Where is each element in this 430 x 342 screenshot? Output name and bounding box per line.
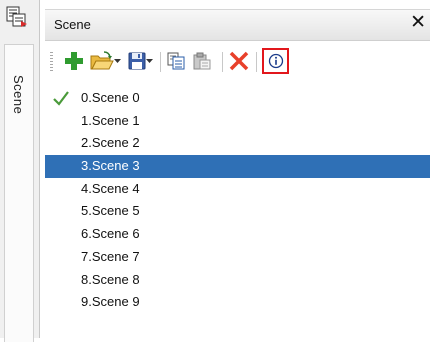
scene-list-item[interactable]: 8.Scene 8	[45, 269, 430, 292]
scene-label: 8.Scene 8	[81, 271, 140, 287]
delete-x-icon	[229, 51, 249, 71]
scene-label: 6.Scene 6	[81, 226, 140, 242]
scene-list-item[interactable]: 7.Scene 7	[45, 246, 430, 269]
chevron-down-icon	[113, 58, 121, 63]
plus-icon	[65, 52, 83, 70]
scene-label: 9.Scene 9	[81, 294, 140, 310]
scene-panel: Scene ✕ 0.Scene 0 1.Scene 1 2.Scene 2 3.…	[45, 0, 430, 338]
paste-button[interactable]	[191, 49, 213, 73]
scene-list-icon[interactable]	[6, 6, 28, 28]
copy-button[interactable]	[165, 49, 187, 73]
scene-label: 0.Scene 0	[81, 90, 140, 105]
copy-icon	[167, 52, 185, 70]
scene-list-item[interactable]: 1.Scene 1	[45, 110, 430, 133]
toolbar-grip[interactable]	[50, 52, 53, 72]
open-dropdown-button[interactable]	[88, 49, 122, 73]
scene-label: 7.Scene 7	[81, 248, 140, 264]
side-rail: Scene	[0, 0, 40, 342]
toolbar-separator	[256, 52, 257, 72]
paste-icon	[193, 52, 211, 70]
scene-list-item[interactable]: 3.Scene 3	[45, 155, 430, 178]
close-icon[interactable]: ✕	[410, 13, 426, 33]
toolbar-separator	[160, 52, 161, 72]
scene-label: 2.Scene 2	[81, 135, 140, 151]
add-scene-button[interactable]	[63, 49, 85, 73]
checkmark-icon	[53, 91, 69, 106]
panel-header: Scene ✕	[45, 9, 430, 41]
toolbar-separator	[222, 52, 223, 72]
scene-list-item[interactable]: 0.Scene 0	[45, 87, 430, 110]
scene-list-item[interactable]: 6.Scene 6	[45, 223, 430, 246]
scene-list-item[interactable]: 5.Scene 5	[45, 200, 430, 223]
scene-list-item[interactable]: 4.Scene 4	[45, 178, 430, 201]
scene-list-item[interactable]: 9.Scene 9	[45, 291, 430, 314]
scene-list: 0.Scene 0 1.Scene 1 2.Scene 2 3.Scene 3 4.Sc…	[45, 87, 430, 314]
chevron-down-icon	[145, 58, 153, 63]
toolbar	[45, 42, 430, 80]
save-dropdown-button[interactable]	[125, 49, 155, 73]
delete-button[interactable]	[227, 49, 251, 73]
scene-label: 5.Scene 5	[81, 203, 140, 219]
scene-label: 4.Scene 4	[81, 180, 140, 196]
floppy-disk-icon	[128, 52, 145, 70]
scene-label: 1.Scene 1	[81, 112, 140, 128]
scene-label: 3.Scene 3	[81, 158, 140, 174]
scene-side-tab[interactable]: Scene	[4, 44, 34, 342]
panel-title: Scene	[54, 17, 91, 32]
scene-list-item[interactable]: 2.Scene 2	[45, 132, 430, 155]
scene-side-tab-label: Scene	[11, 75, 26, 115]
folder-open-icon	[90, 51, 114, 70]
info-button[interactable]	[262, 48, 289, 74]
info-icon	[268, 53, 283, 69]
